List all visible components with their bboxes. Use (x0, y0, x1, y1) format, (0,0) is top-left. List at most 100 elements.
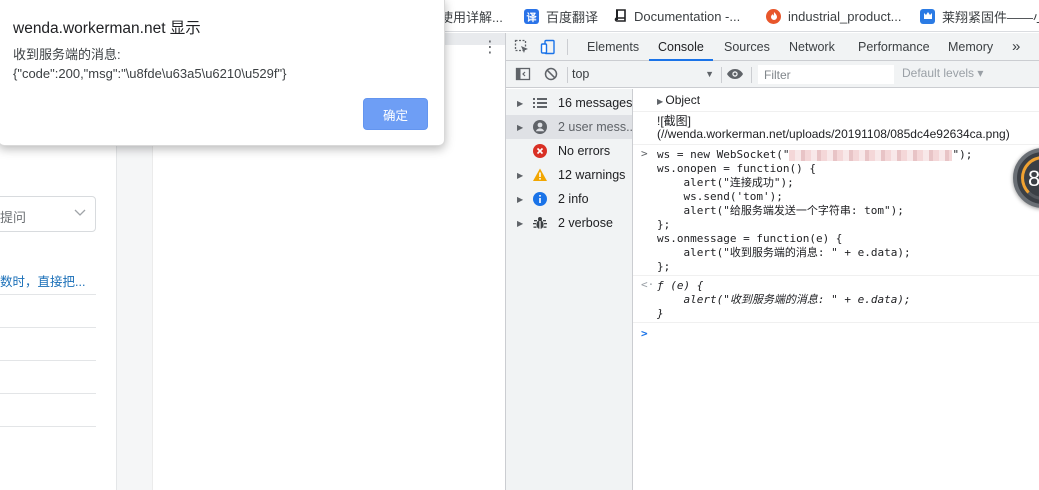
error-icon (532, 143, 548, 159)
toolbar-separator (751, 67, 752, 83)
context-select[interactable]: top ▼ (572, 65, 714, 84)
sidebar-item-label: 16 messages (558, 96, 632, 110)
warning-icon (532, 167, 548, 183)
dialog-message: 收到服务端的消息: {"code":200,"msg":"\u8fde\u63a… (13, 45, 286, 83)
bookmark-label: 百度翻译 (546, 9, 599, 25)
expand-arrow-icon: ▶ (517, 98, 524, 108)
console-code-line: alert("连接成功"); (657, 176, 794, 189)
console-divider (633, 275, 1039, 276)
user-icon (532, 119, 548, 135)
console-divider (633, 322, 1039, 323)
code-text: ws = new WebSocket(" (657, 148, 790, 161)
sidebar-item-label: 2 user mess... (558, 120, 632, 134)
divider (0, 426, 96, 427)
info-icon (532, 191, 548, 207)
default-levels-dropdown[interactable]: Default levels ▾ (902, 66, 983, 80)
console-result-line: ƒ (e) { (657, 279, 704, 292)
context-select-value: top (572, 67, 590, 81)
toolbar-separator (567, 67, 568, 83)
sidebar-item-errors[interactable]: No errors (506, 139, 632, 163)
console-result-line: } (657, 307, 664, 320)
divider (0, 393, 96, 394)
bug-icon (532, 215, 548, 231)
toolbar-separator (721, 67, 722, 83)
inspect-element-icon[interactable] (514, 39, 530, 55)
clear-console-icon[interactable] (543, 66, 559, 82)
expand-arrow-icon: ▶ (517, 170, 524, 180)
bookmark-label: 使用详解... (440, 9, 503, 25)
console-result-line: alert("收到服务端的消息: " + e.data); (657, 293, 911, 306)
question-link[interactable]: 数时，直接把... (0, 271, 85, 290)
tab-console[interactable]: Console (649, 33, 713, 61)
expand-arrow-icon: ▶ (517, 218, 524, 228)
gauge-value: 8 (1028, 166, 1039, 191)
flame-icon (766, 8, 781, 24)
console-code-line: alert("收到服务端的消息: " + e.data); (657, 246, 911, 259)
translate-icon: 译 (524, 8, 539, 24)
sidebar-item-messages[interactable]: ▶ 16 messages (506, 91, 632, 115)
dialog-message-line: {"code":200,"msg":"\u8fde\u63a5\u6210\u5… (13, 66, 287, 81)
sidebar-toggle-icon[interactable] (515, 66, 531, 82)
console-divider (633, 111, 1039, 112)
console-object-entry[interactable]: ▶ Object (657, 93, 700, 109)
console-input[interactable] (657, 325, 1037, 343)
question-select[interactable]: 提问 (0, 196, 96, 232)
input-prompt-icon: > (641, 147, 648, 160)
bookmark-item[interactable]: 莱翔紧固件——小 (920, 6, 1039, 26)
console-toolbar: top ▼ Default levels ▾ (506, 61, 1039, 88)
more-tabs-icon[interactable]: » (1012, 33, 1020, 61)
console-divider (633, 144, 1039, 145)
console-log-line: (//wenda.workerman.net/uploads/20191108/… (657, 127, 1010, 141)
dialog-title: wenda.workerman.net 显示 (13, 20, 201, 37)
tab-network[interactable]: Network (789, 33, 835, 61)
expand-arrow-icon: ▶ (517, 194, 524, 204)
sidebar-item-warnings[interactable]: ▶ 12 warnings (506, 163, 632, 187)
bookmark-label: 莱翔紧固件——小 (942, 9, 1039, 25)
sidebar-item-label: 2 verbose (558, 216, 613, 230)
filter-input[interactable] (758, 65, 894, 84)
sidebar-item-label: 2 info (558, 192, 589, 206)
bookmark-item[interactable]: 译 百度翻译 (524, 6, 604, 26)
bookmark-item[interactable]: industrial_product... (766, 6, 908, 26)
tab-elements[interactable]: Elements (587, 33, 639, 61)
sidebar-item-label: No errors (558, 144, 611, 158)
bookmark-label: Documentation -... (634, 8, 741, 24)
tab-performance[interactable]: Performance (858, 33, 930, 61)
divider (0, 327, 96, 328)
console-code-line: }; (657, 218, 671, 231)
devtools-tab-bar: Elements Console Sources Network Perform… (506, 33, 1039, 61)
dropdown-arrow-icon: ▼ (705, 69, 714, 79)
object-label: Object (665, 93, 701, 107)
console-sidebar: ▶ 16 messages ▶ 2 user mess... No errors… (506, 89, 633, 490)
chevron-down-icon (74, 209, 86, 216)
console-code-line: ws = new WebSocket(" "); (657, 148, 973, 161)
bookmark-item[interactable]: Documentation -... (612, 6, 752, 26)
result-arrow-icon: <· (641, 278, 655, 291)
console-code-line: alert("给服务端发送一个字符串: tom"); (657, 204, 904, 217)
shop-icon (920, 8, 935, 24)
bookmark-label: industrial_product... (788, 8, 902, 24)
sidebar-item-user-messages[interactable]: ▶ 2 user mess... (506, 115, 632, 139)
live-expression-eye-icon[interactable] (726, 66, 744, 82)
tab-memory[interactable]: Memory (948, 33, 993, 61)
question-select-value: 提问 (0, 210, 27, 225)
console-code-line: }; (657, 260, 671, 273)
devtools-panel: Elements Console Sources Network Perform… (505, 33, 1039, 490)
redacted-url (789, 149, 953, 161)
sidebar-item-verbose[interactable]: ▶ 2 verbose (506, 211, 632, 235)
device-toolbar-icon[interactable] (540, 39, 556, 55)
divider (0, 294, 96, 295)
sidebar-item-label: 12 warnings (558, 168, 626, 182)
list-icon (532, 95, 548, 111)
console-prompt-icon: > (641, 327, 648, 340)
toolbar-separator (567, 39, 568, 55)
bookmark-item[interactable]: 使用详解... (440, 6, 510, 26)
dialog-message-line: 收到服务端的消息: (13, 47, 121, 62)
console-code-line: ws.onmessage = function(e) { (657, 232, 843, 245)
tab-sources[interactable]: Sources (724, 33, 770, 61)
sidebar-item-info[interactable]: ▶ 2 info (506, 187, 632, 211)
divider (0, 360, 96, 361)
ok-button[interactable]: 确定 (363, 98, 428, 130)
console-code-line: ws.send('tom'); (657, 190, 783, 203)
more-options-icon[interactable]: ⋮ (475, 33, 505, 61)
